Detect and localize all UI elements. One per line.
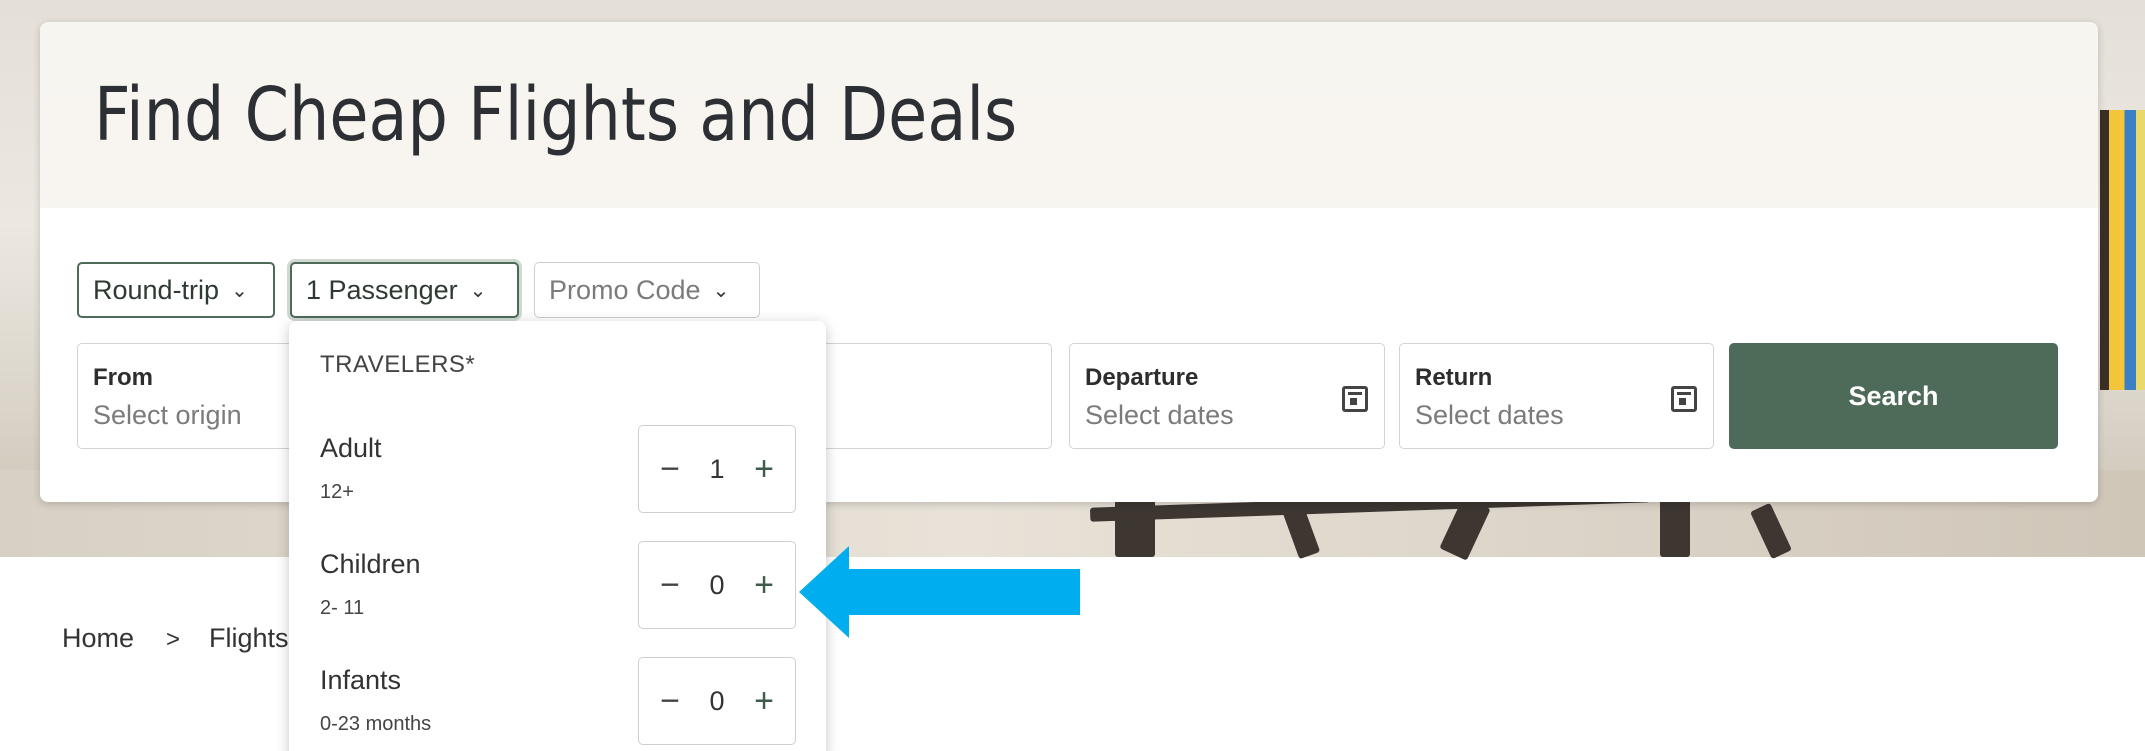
infants-increase-button[interactable]: + — [739, 658, 789, 744]
trip-type-dropdown[interactable]: Round-trip ⌄ — [77, 262, 275, 318]
calendar-icon[interactable] — [1342, 386, 1368, 412]
adult-increase-button[interactable]: + — [739, 426, 789, 512]
return-label: Return — [1415, 364, 1493, 391]
calendar-icon[interactable] — [1671, 386, 1697, 412]
promo-code-label: Promo Code — [549, 274, 701, 305]
departure-placeholder: Select dates — [1085, 400, 1234, 430]
chevron-down-icon: ⌄ — [469, 279, 487, 302]
adult-label: Adult — [320, 433, 382, 463]
chevron-down-icon: ⌄ — [231, 279, 248, 302]
deck-chair-leg — [1660, 500, 1690, 557]
adult-decrease-button[interactable]: − — [645, 426, 695, 512]
deck-chair-fabric — [2100, 110, 2145, 390]
adult-age-range: 12+ — [320, 481, 354, 503]
departure-field[interactable]: Departure Select dates — [1069, 343, 1385, 449]
page-title: Find Cheap Flights and Deals — [94, 72, 1018, 158]
return-field[interactable]: Return Select dates — [1399, 343, 1714, 449]
trip-type-label: Round-trip — [93, 274, 220, 305]
card-header: Find Cheap Flights and Deals — [40, 22, 2098, 208]
origin-placeholder: Select origin — [93, 400, 242, 430]
breadcrumb-home[interactable]: Home — [62, 623, 134, 654]
flight-search-page: { "header": { "title": "Find Cheap Fligh… — [0, 0, 2145, 751]
children-increase-button[interactable]: + — [739, 542, 789, 628]
infants-label: Infants — [320, 665, 402, 695]
breadcrumb-separator-icon: > — [166, 626, 181, 653]
travelers-dropdown: TRAVELERS* Adult 12+ − 1 + Children 2- 1… — [289, 321, 826, 751]
promo-code-dropdown[interactable]: Promo Code ⌄ — [534, 262, 760, 318]
annotation-arrow-body — [848, 569, 1080, 615]
infants-age-range: 0-23 months — [320, 713, 432, 735]
breadcrumb-flights[interactable]: Flights — [209, 623, 289, 654]
passengers-dropdown[interactable]: 1 Passenger ⌄ — [290, 262, 519, 318]
children-label: Children — [320, 549, 421, 579]
children-stepper: − 0 + — [638, 541, 796, 629]
adult-count: 1 — [709, 453, 725, 484]
return-placeholder: Select dates — [1415, 400, 1564, 430]
search-button[interactable]: Search — [1729, 343, 2058, 449]
adult-stepper: − 1 + — [638, 425, 796, 513]
origin-label: From — [93, 364, 153, 391]
children-age-range: 2- 11 — [320, 597, 365, 619]
infants-count: 0 — [709, 685, 725, 716]
passengers-label: 1 Passenger — [306, 274, 458, 305]
children-decrease-button[interactable]: − — [645, 542, 695, 628]
children-count: 0 — [709, 569, 725, 600]
annotation-arrow-head — [799, 546, 849, 638]
departure-label: Departure — [1085, 364, 1199, 391]
infants-stepper: − 0 + — [638, 657, 796, 745]
chevron-down-icon: ⌄ — [712, 279, 730, 302]
travelers-heading: TRAVELERS* — [320, 351, 476, 378]
infants-decrease-button[interactable]: − — [645, 658, 695, 744]
